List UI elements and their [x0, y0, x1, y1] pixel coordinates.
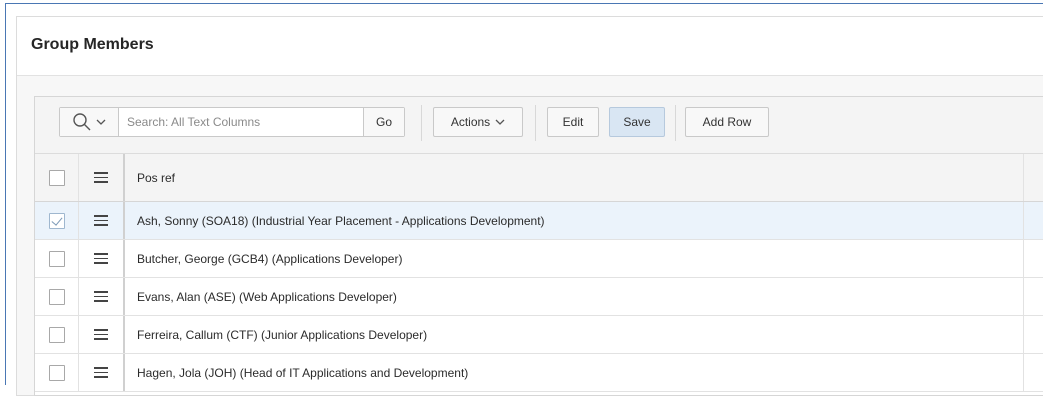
- actions-menu-button[interactable]: Actions: [433, 107, 523, 137]
- toolbar-separator: [675, 105, 676, 141]
- menu-icon[interactable]: [94, 367, 108, 378]
- header-actions-cell: [79, 154, 125, 201]
- row-select-cell: [35, 278, 79, 315]
- column-header-pos-ref[interactable]: Pos ref: [137, 154, 175, 201]
- pos-ref-cell[interactable]: Butcher, George (GCB4) (Applications Dev…: [137, 240, 402, 277]
- save-button[interactable]: Save: [609, 107, 665, 137]
- row-select-cell: [35, 240, 79, 277]
- row-actions-cell: [79, 316, 125, 353]
- add-row-button[interactable]: Add Row: [685, 107, 769, 137]
- go-button[interactable]: Go: [363, 108, 404, 136]
- edit-button[interactable]: Edit: [547, 107, 599, 137]
- select-all-cell: [35, 154, 79, 201]
- menu-icon[interactable]: [94, 253, 108, 264]
- region-header: Group Members: [17, 17, 1043, 76]
- pos-ref-cell[interactable]: Ferreira, Callum (CTF) (Junior Applicati…: [137, 316, 427, 353]
- search-group: Go: [59, 107, 405, 137]
- menu-icon[interactable]: [94, 215, 108, 226]
- row-actions-cell: [79, 202, 125, 239]
- row-actions-cell: [79, 240, 125, 277]
- row-actions-cell: [79, 278, 125, 315]
- search-column-menu-button[interactable]: [60, 108, 119, 136]
- pos-ref-cell[interactable]: Ash, Sonny (SOA18) (Industrial Year Plac…: [137, 202, 545, 239]
- table-row[interactable]: Ferreira, Callum (CTF) (Junior Applicati…: [35, 316, 1043, 354]
- table-row[interactable]: Hagen, Jola (JOH) (Head of IT Applicatio…: [35, 354, 1043, 392]
- menu-icon[interactable]: [94, 329, 108, 340]
- column-divider: [1023, 278, 1024, 315]
- chevron-down-icon: [495, 119, 505, 125]
- table-row[interactable]: Ash, Sonny (SOA18) (Industrial Year Plac…: [35, 202, 1043, 240]
- column-divider: [1023, 154, 1024, 201]
- row-select-cell: [35, 354, 79, 391]
- select-all-checkbox[interactable]: [48, 169, 65, 186]
- row-select-cell: [35, 202, 79, 239]
- row-checkbox[interactable]: [48, 364, 65, 381]
- row-checkbox[interactable]: [48, 288, 65, 305]
- column-divider: [1023, 202, 1024, 239]
- row-checkbox[interactable]: [48, 326, 65, 343]
- actions-label: Actions: [450, 115, 491, 129]
- table-row[interactable]: Butcher, George (GCB4) (Applications Dev…: [35, 240, 1043, 278]
- search-icon: [73, 113, 91, 131]
- column-divider: [1023, 316, 1024, 353]
- pos-ref-cell[interactable]: Evans, Alan (ASE) (Web Applications Deve…: [137, 278, 397, 315]
- toolbar-separator: [421, 105, 422, 141]
- row-select-cell: [35, 316, 79, 353]
- menu-icon[interactable]: [94, 172, 108, 183]
- chevron-down-icon: [96, 119, 106, 125]
- menu-icon[interactable]: [94, 291, 108, 302]
- interactive-grid: Go Actions Edit Save Add Row Pos ref: [34, 96, 1043, 396]
- grid-toolbar: Go Actions Edit Save Add Row: [35, 97, 1043, 154]
- region-title: Group Members: [31, 36, 154, 53]
- row-actions-cell: [79, 354, 125, 391]
- column-divider: [1023, 354, 1024, 391]
- column-divider: [1023, 240, 1024, 277]
- pos-ref-cell[interactable]: Hagen, Jola (JOH) (Head of IT Applicatio…: [137, 354, 468, 391]
- row-checkbox[interactable]: [48, 250, 65, 267]
- toolbar-separator: [535, 105, 536, 141]
- table-row[interactable]: Evans, Alan (ASE) (Web Applications Deve…: [35, 278, 1043, 316]
- row-checkbox[interactable]: [48, 212, 65, 229]
- grid-header-row: Pos ref: [35, 154, 1043, 202]
- search-input[interactable]: [119, 108, 367, 136]
